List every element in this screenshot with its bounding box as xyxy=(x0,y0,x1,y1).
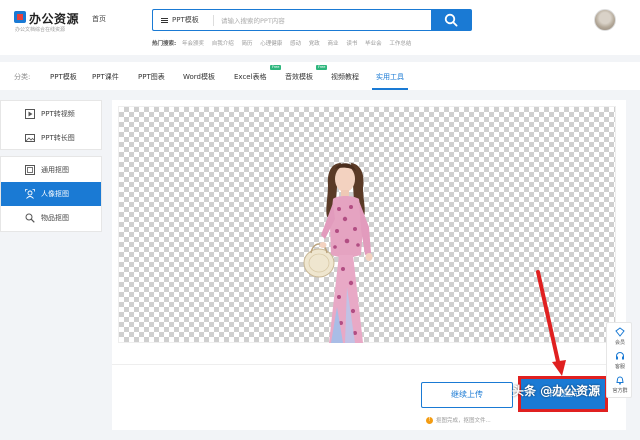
category-ppt-template[interactable]: PPT模板 xyxy=(50,72,77,82)
image-icon xyxy=(25,134,35,142)
category-video-tutorial[interactable]: 视频教程 xyxy=(331,72,359,82)
hot-search-item[interactable]: 党政 xyxy=(309,41,320,47)
hot-search-item[interactable]: 年会颁奖 xyxy=(182,41,204,47)
status-notice: ! 抠图完成，抠图文件... xyxy=(426,416,491,424)
hot-searches: 热门搜索: 年会颁奖 自我介绍 简历 心理健康 感动 党政 商业 读书 毕业会 … xyxy=(152,39,417,47)
search-category-label: PPT模板 xyxy=(172,16,199,24)
status-notice-text: 抠图完成，抠图文件... xyxy=(436,418,491,424)
float-vip-label: 会员 xyxy=(614,340,625,346)
header: 办公资源 办公文档综合在线资源 首页 PPT模板 热门搜索: 年会颁奖 自我介绍… xyxy=(0,0,640,55)
hot-search-item[interactable]: 心理健康 xyxy=(260,41,282,47)
search-icon xyxy=(444,13,458,27)
search-bar: PPT模板 xyxy=(152,9,472,31)
category-word-template[interactable]: Word模板 xyxy=(183,72,215,82)
sidebar-item-label: PPT转长图 xyxy=(41,134,75,142)
floating-service-bar: 会员 客服 官方群 xyxy=(606,322,632,398)
float-service-label: 客服 xyxy=(614,364,625,370)
headset-icon xyxy=(616,352,624,360)
watermark-text: 头条 @办公资源 xyxy=(512,384,601,398)
search-divider xyxy=(213,15,214,26)
vip-icon xyxy=(615,327,625,337)
sidebar-item-ppt-to-long-image[interactable]: PPT转长图 xyxy=(1,126,101,150)
category-label: 分类: xyxy=(14,73,31,81)
hot-search-item[interactable]: 商业 xyxy=(328,41,339,47)
float-service[interactable]: 客服 xyxy=(607,349,633,373)
category-ppt-chart[interactable]: PPT图表 xyxy=(138,72,165,82)
sidebar-item-ppt-to-video[interactable]: PPT转视频 xyxy=(1,102,101,126)
crop-icon xyxy=(25,165,35,175)
warning-icon: ! xyxy=(426,417,433,424)
logo-mark-icon xyxy=(14,11,26,23)
portrait-cutout-image xyxy=(303,163,373,343)
hot-search-item[interactable]: 毕业会 xyxy=(365,41,382,47)
canvas-footer xyxy=(112,343,626,365)
active-category-underline xyxy=(372,88,408,90)
nav-home-link[interactable]: 首页 xyxy=(92,14,106,24)
hot-searches-label: 热门搜索: xyxy=(152,41,177,47)
free-badge: Free xyxy=(316,65,328,70)
free-badge: Free xyxy=(270,65,282,70)
search-category-select[interactable]: PPT模板 xyxy=(161,15,199,25)
hot-search-item[interactable]: 简历 xyxy=(241,41,252,47)
logo-subtitle: 办公文档综合在线资源 xyxy=(15,27,66,33)
sidebar-item-label: 通用抠图 xyxy=(41,166,69,174)
category-ppt-courseware[interactable]: PPT课件 xyxy=(92,72,119,82)
float-official-group[interactable]: 官方群 xyxy=(607,373,633,397)
search-input[interactable] xyxy=(221,14,421,27)
category-audio-template[interactable]: 音效模板 xyxy=(285,72,313,82)
sidebar-group-convert: PPT转视频 PPT转长图 xyxy=(0,100,102,150)
hot-search-item[interactable]: 读书 xyxy=(346,41,357,47)
hot-search-item[interactable]: 工作总结 xyxy=(389,41,411,47)
sidebar-item-general-cutout[interactable]: 通用抠图 xyxy=(1,158,101,182)
sidebar-item-label: 物品抠图 xyxy=(41,214,69,222)
sidebar-group-cutout: 通用抠图 人像抠图 物品抠图 xyxy=(0,156,102,232)
cutout-panel: 继续上传 下载图片 ! 抠图完成，抠图文件... xyxy=(112,100,626,430)
search-button[interactable] xyxy=(431,9,472,31)
float-vip[interactable]: 会员 xyxy=(607,325,633,349)
category-bar: 分类: PPT模板 PPT课件 PPT图表 Word模板 Excel表格 Fre… xyxy=(0,62,640,90)
transparent-canvas xyxy=(118,106,616,343)
bell-icon xyxy=(616,376,624,385)
continue-upload-button[interactable]: 继续上传 xyxy=(421,382,513,408)
category-tools[interactable]: 实用工具 xyxy=(376,72,404,82)
site-logo[interactable]: 办公资源 办公文档综合在线资源 xyxy=(14,10,84,38)
sidebar-item-portrait-cutout[interactable]: 人像抠图 xyxy=(1,182,101,206)
object-icon xyxy=(25,213,35,223)
portrait-icon xyxy=(25,189,35,199)
sidebar-item-label: 人像抠图 xyxy=(41,190,69,198)
search-box: PPT模板 xyxy=(152,9,431,31)
hot-search-item[interactable]: 感动 xyxy=(290,41,301,47)
float-official-group-label: 官方群 xyxy=(612,388,628,394)
user-avatar[interactable] xyxy=(594,9,616,31)
sidebar-item-object-cutout[interactable]: 物品抠图 xyxy=(1,206,101,230)
tool-sidebar: PPT转视频 PPT转长图 通用抠图 人像抠图 物品抠图 xyxy=(0,100,102,236)
hot-search-item[interactable]: 自我介绍 xyxy=(212,41,234,47)
logo-title: 办公资源 xyxy=(29,12,80,26)
video-icon xyxy=(25,109,35,119)
sidebar-item-label: PPT转视频 xyxy=(41,110,75,118)
category-excel[interactable]: Excel表格 xyxy=(234,72,267,82)
menu-icon xyxy=(161,17,168,24)
